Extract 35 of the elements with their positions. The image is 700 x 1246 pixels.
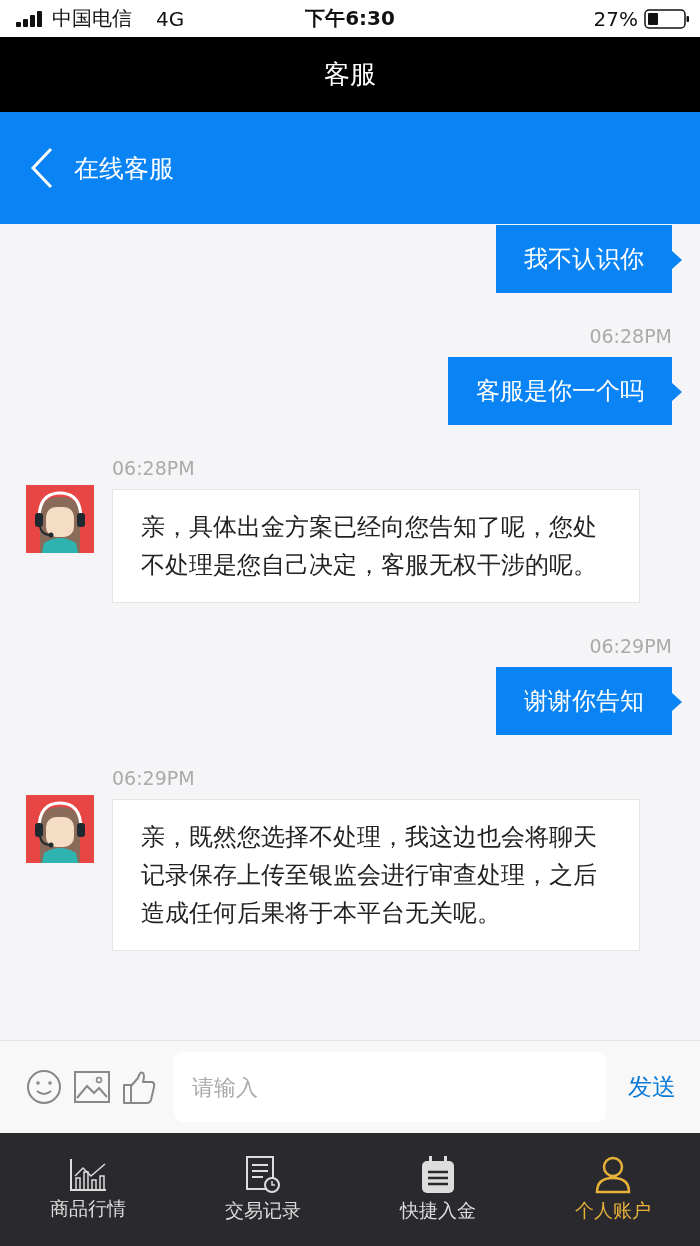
nav-tab[interactable]: 交易记录	[175, 1133, 350, 1246]
thumbs-up-icon[interactable]	[122, 1069, 156, 1105]
clock-time: 下午6:30	[305, 5, 395, 32]
battery-icon	[644, 8, 690, 29]
nav-tab[interactable]: 个人账户	[525, 1133, 700, 1246]
nav-tab[interactable]: 快捷入金	[350, 1133, 525, 1246]
message-input[interactable]: 请输入	[174, 1052, 606, 1122]
received-message-card: 亲，具体出金方案已经向您告知了呢，您处不处理是您自己决定，客服无权干涉的呢。	[112, 489, 640, 603]
document-clock-icon	[244, 1155, 281, 1194]
sent-message-bubble: 客服是你一个吗	[448, 357, 672, 425]
bubble-tail	[672, 693, 682, 711]
bubble-tail	[672, 251, 682, 269]
agent-avatar-icon	[26, 485, 94, 553]
message-time: 06:29PM	[112, 767, 196, 789]
bubble-tail	[672, 383, 682, 401]
image-icon[interactable]	[74, 1071, 110, 1103]
person-icon	[594, 1155, 631, 1194]
message-time: 06:28PM	[112, 457, 196, 479]
chart-icon	[68, 1157, 107, 1192]
back-icon[interactable]	[30, 147, 54, 189]
window-title: 客服	[324, 58, 376, 91]
page-title: 在线客服	[74, 152, 174, 185]
send-button[interactable]: 发送	[618, 1071, 676, 1103]
received-message-card: 亲，既然您选择不处理，我这边也会将聊天记录保存上传至银监会进行审查处理，之后造成任何后果将于本平台无关呢。	[112, 799, 640, 951]
emoji-icon[interactable]	[26, 1069, 62, 1105]
message-time: 06:29PM	[589, 635, 672, 657]
sent-message-bubble: 我不认识你	[496, 225, 672, 293]
nav-tab[interactable]: 商品行情	[0, 1133, 175, 1246]
message-time: 06:28PM	[589, 325, 672, 347]
sent-message-bubble: 谢谢你告知	[496, 667, 672, 735]
network-type: 4G	[156, 6, 185, 31]
battery-percent: 27%	[593, 6, 638, 31]
agent-avatar-icon	[26, 795, 94, 863]
calendar-icon	[420, 1155, 455, 1194]
carrier-name: 中国电信	[52, 5, 132, 32]
